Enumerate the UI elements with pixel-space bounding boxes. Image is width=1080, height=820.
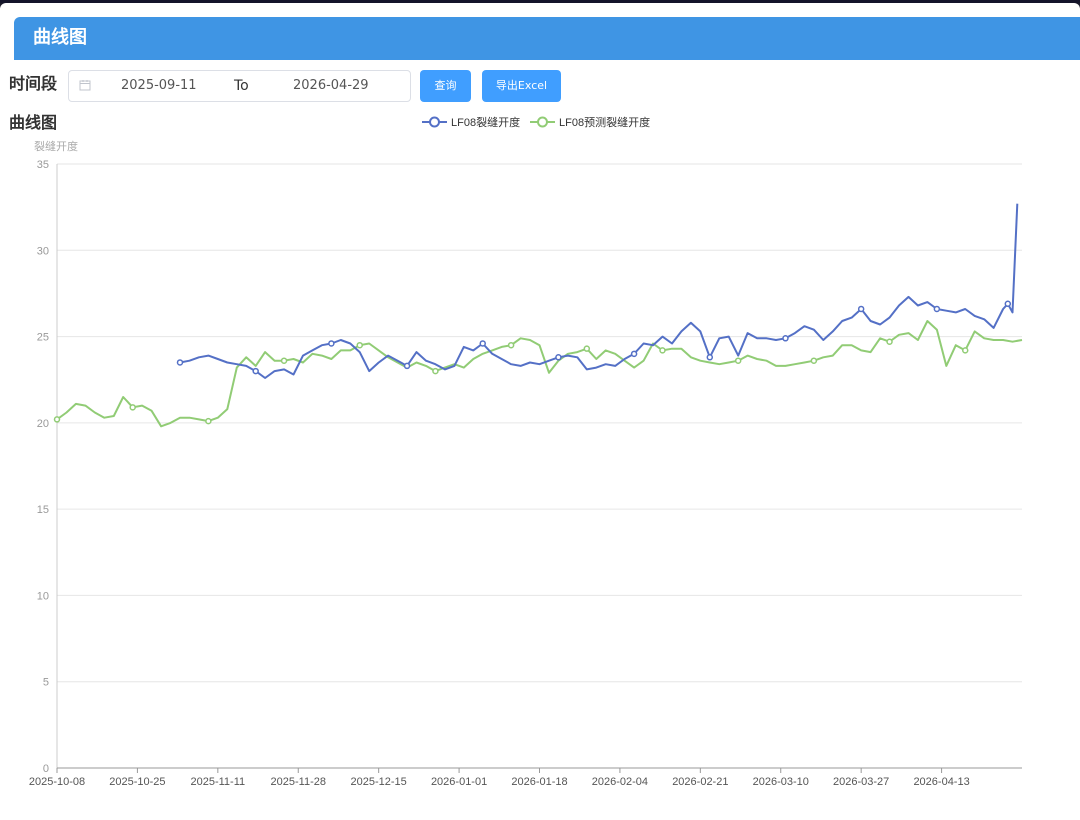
data-point-2	[280, 357, 288, 364]
line-chart: 0 5 10 15 20 25 30 35 裂缝开度 2025-10-08 2025-10-25 20…	[29, 115, 1023, 788]
data-point-2	[886, 338, 893, 345]
data-point-2	[583, 345, 591, 352]
x-tick-label: 2025-11-11	[191, 776, 246, 788]
y-tick-label: 35	[37, 159, 49, 171]
data-point-1	[479, 340, 486, 347]
x-tick-label: 2026-03-27	[833, 776, 889, 788]
data-point-1	[630, 350, 638, 358]
data-point-2	[129, 404, 136, 411]
x-tick-label: 2026-02-21	[672, 776, 728, 788]
data-point-2	[356, 341, 363, 349]
legend-marker-1	[429, 116, 440, 128]
y-tick-label: 30	[37, 245, 49, 257]
legend-label-2: LF08预测裂缝开度	[559, 115, 650, 129]
x-tick-label: 2026-04-13	[913, 776, 969, 788]
y-tick-label: 25	[37, 332, 49, 344]
y-tick-label: 5	[43, 677, 49, 689]
x-tick-label: 2025-11-28	[271, 776, 326, 788]
data-point-1	[176, 359, 184, 366]
data-point-2	[507, 341, 515, 349]
data-point-1	[706, 354, 714, 361]
chart-panel: 曲线图 时间段 2025-09-11 To 2026-04-29 查询 导出Ex…	[0, 3, 1080, 820]
data-point-2	[734, 357, 742, 364]
x-tick-label: 2025-10-25	[109, 776, 165, 788]
data-point-2	[53, 416, 61, 423]
data-point-2	[961, 347, 969, 354]
legend-label-1: LF08裂缝开度	[451, 115, 520, 129]
y-tick-label: 15	[37, 504, 49, 516]
legend-marker-2	[537, 116, 548, 128]
x-tick-label: 2026-01-18	[511, 776, 567, 788]
data-point-1	[555, 354, 562, 361]
data-point-1	[782, 335, 789, 342]
data-point-1	[403, 362, 411, 370]
data-point-1	[252, 367, 259, 375]
data-point-1	[1004, 300, 1012, 308]
x-tick-label: 2026-01-01	[431, 776, 487, 788]
y-tick-label: 0	[43, 763, 49, 775]
x-tick-label: 2026-03-10	[753, 776, 809, 788]
y-tick-label: 10	[37, 590, 49, 602]
data-point-1	[328, 340, 335, 347]
y-tick-label: 20	[37, 418, 49, 430]
data-point-1	[857, 305, 865, 313]
y-axis-title: 裂缝开度	[34, 139, 78, 153]
data-point-2	[810, 357, 818, 364]
series-line-1	[179, 203, 1019, 379]
x-tick-label: 2025-10-08	[29, 776, 85, 788]
x-tick-label: 2026-02-04	[592, 776, 648, 788]
data-point-2	[205, 417, 212, 425]
data-point-1	[933, 305, 941, 313]
data-point-2	[432, 367, 439, 375]
x-tick-label: 2025-12-15	[351, 776, 407, 788]
data-point-2	[659, 347, 666, 354]
